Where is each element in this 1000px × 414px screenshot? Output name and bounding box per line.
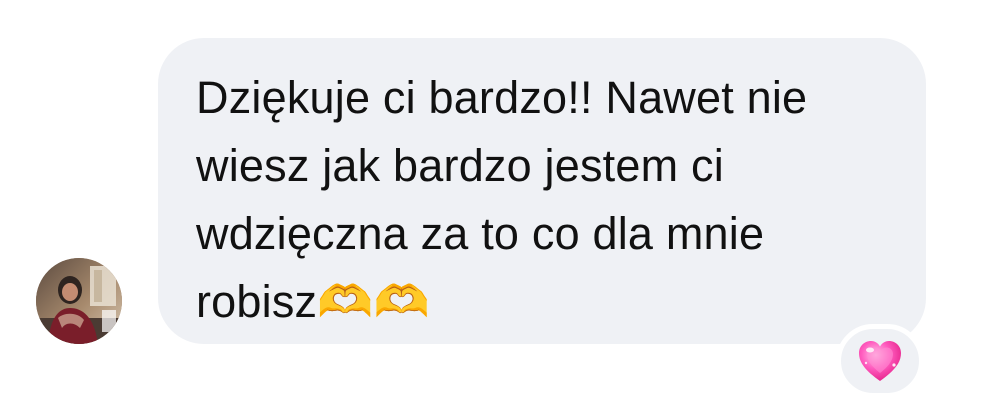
chat-thread: Dziękuje ci bardzo!! Nawet nie wiesz jak… <box>0 0 1000 414</box>
sparkling-heart-icon <box>859 341 901 381</box>
incoming-message-bubble[interactable]: Dziękuje ci bardzo!! Nawet nie wiesz jak… <box>158 38 926 344</box>
sender-avatar[interactable] <box>36 258 122 344</box>
avatar-photo-icon <box>36 258 122 344</box>
message-reaction[interactable] <box>836 324 924 398</box>
message-text: Dziękuje ci bardzo!! Nawet nie wiesz jak… <box>196 72 808 327</box>
